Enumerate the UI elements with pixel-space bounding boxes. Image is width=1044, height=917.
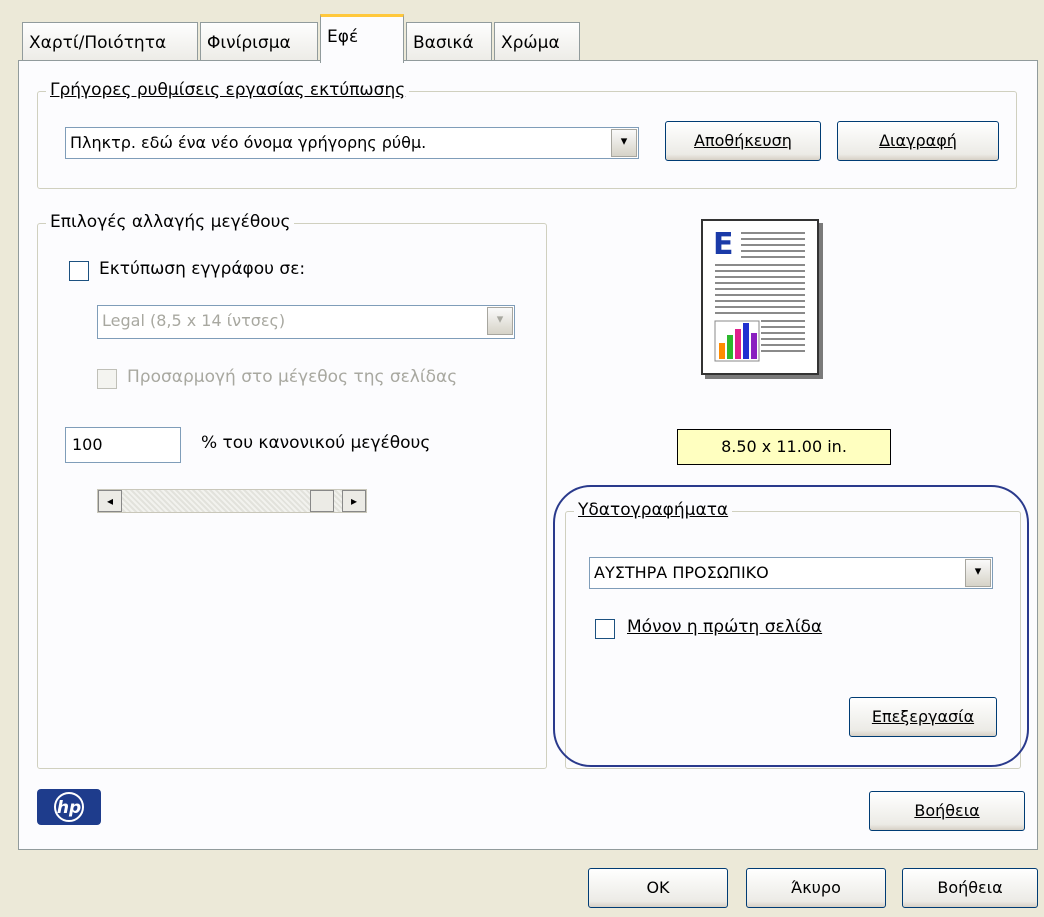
tab-label: Βασικά bbox=[413, 33, 474, 53]
quick-settings-legend: Γρήγορες ρυθμίσεις εργασίας εκτύπωσης bbox=[46, 80, 410, 100]
chevron-down-icon[interactable]: ▾ bbox=[611, 129, 637, 157]
hp-logo-icon: hp bbox=[54, 792, 84, 822]
scroll-right-icon[interactable]: ▸ bbox=[342, 490, 366, 512]
resize-options-legend: Επιλογές αλλαγής μεγέθους bbox=[46, 212, 295, 232]
print-doc-on-checkbox[interactable] bbox=[69, 261, 89, 281]
tab-label: Εφέ bbox=[327, 27, 359, 47]
ok-button[interactable]: OK bbox=[588, 868, 728, 908]
help-button[interactable]: Βοήθεια bbox=[902, 868, 1038, 908]
quick-settings-combo[interactable]: Πληκτρ. εδώ ένα νέο όνομα γρήγορης ρύθμ.… bbox=[65, 127, 639, 159]
delete-button[interactable]: Διαγραφή bbox=[837, 121, 999, 161]
paper-size-combo[interactable]: Legal (8,5 x 14 ίντσες) ▾ bbox=[97, 305, 515, 339]
cancel-button[interactable]: Άκυρο bbox=[746, 868, 886, 908]
page-preview: E bbox=[701, 219, 819, 375]
tab-basics[interactable]: Βασικά bbox=[406, 22, 492, 62]
percent-label: % του κανονικού μεγέθους bbox=[201, 433, 431, 453]
paper-size-indicator: 8.50 x 11.00 in. bbox=[677, 429, 891, 465]
chevron-down-icon[interactable]: ▾ bbox=[487, 307, 513, 335]
quick-settings-combo-value: Πληκτρ. εδώ ένα νέο όνομα γρήγορης ρύθμ. bbox=[70, 133, 427, 152]
percent-value: 100 bbox=[72, 435, 103, 454]
tab-page-effects: Γρήγορες ρυθμίσεις εργασίας εκτύπωσης Πλ… bbox=[18, 60, 1038, 850]
tab-finishing[interactable]: Φινίρισμα bbox=[200, 22, 318, 62]
tab-color[interactable]: Χρώμα bbox=[494, 22, 580, 62]
preview-document-icon bbox=[714, 232, 805, 362]
tab-paper-quality[interactable]: Χαρτί/Ποιότητα bbox=[22, 22, 198, 62]
scroll-thumb[interactable] bbox=[310, 490, 334, 512]
help-button-page[interactable]: Βοήθεια bbox=[869, 791, 1025, 831]
tab-label: Χαρτί/Ποιότητα bbox=[29, 33, 167, 53]
fit-page-checkbox[interactable] bbox=[97, 369, 117, 389]
percent-input[interactable]: 100 bbox=[65, 427, 181, 463]
fit-page-label: Προσαρμογή στο μέγεθος της σελίδας bbox=[127, 367, 458, 387]
tab-effects[interactable]: Εφέ bbox=[320, 14, 404, 63]
tab-label: Χρώμα bbox=[501, 33, 560, 53]
tab-label: Φινίρισμα bbox=[207, 33, 291, 53]
print-doc-on-label: Εκτύπωση εγγράφου σε: bbox=[99, 259, 306, 279]
save-button[interactable]: Αποθήκευση bbox=[665, 121, 821, 161]
svg-text:hp: hp bbox=[57, 798, 81, 818]
scroll-left-icon[interactable]: ◂ bbox=[98, 490, 122, 512]
hp-logo: hp bbox=[37, 789, 101, 825]
size-scrollbar[interactable]: ◂ ▸ bbox=[97, 489, 367, 513]
highlight-ring bbox=[553, 485, 1029, 767]
paper-size-combo-value: Legal (8,5 x 14 ίντσες) bbox=[102, 311, 286, 330]
